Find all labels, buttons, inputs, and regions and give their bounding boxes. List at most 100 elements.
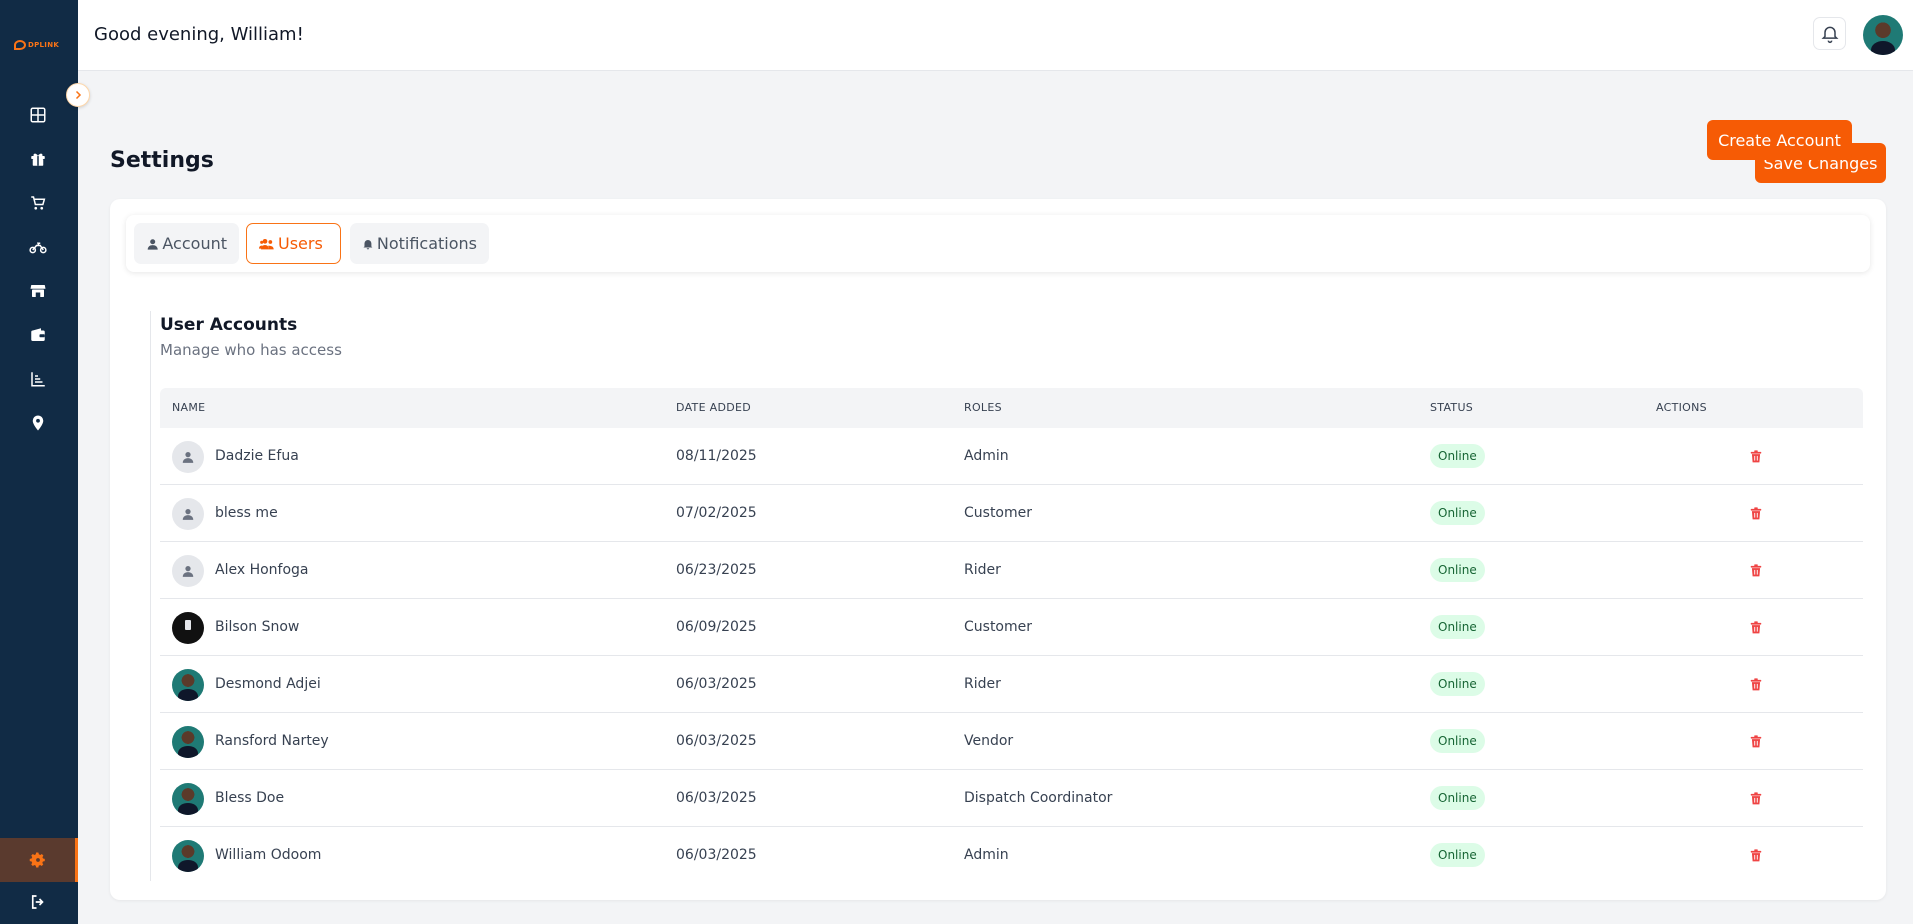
sidebar-toggle-button[interactable] [66, 83, 90, 107]
table-row[interactable]: Ransford Nartey 06/03/2025 Vendor Online [160, 713, 1863, 770]
trash-icon [1750, 677, 1762, 690]
user-icon [147, 238, 158, 250]
user-name: Dadzie Efua [215, 448, 299, 464]
bell-icon [1821, 26, 1838, 43]
user-name: bless me [215, 505, 278, 521]
user-placeholder-icon [182, 566, 194, 577]
column-header-actions: ACTIONS [1656, 401, 1707, 414]
trash-icon [1750, 563, 1762, 576]
date-added: 07/02/2025 [676, 505, 757, 521]
sidebar-item-cart[interactable] [27, 192, 49, 214]
trash-icon [1750, 734, 1762, 747]
table-row[interactable]: Bilson Snow 06/09/2025 Customer Online [160, 599, 1863, 656]
user-name: Desmond Adjei [215, 676, 321, 692]
sidebar-item-dashboard[interactable] [27, 104, 49, 126]
delete-user-button[interactable] [1747, 618, 1765, 636]
column-header-date[interactable]: DATE ADDED [676, 401, 751, 414]
users-icon [259, 238, 274, 249]
tab-notifications[interactable]: Notifications [350, 223, 489, 264]
user-placeholder-icon [182, 509, 194, 520]
status-badge: Online [1430, 501, 1485, 525]
delete-user-button[interactable] [1747, 846, 1765, 864]
column-header-status[interactable]: STATUS [1430, 401, 1473, 414]
user-avatar [172, 498, 204, 530]
status-badge: Online [1430, 672, 1485, 696]
column-header-roles[interactable]: ROLES [964, 401, 1002, 414]
date-added: 06/03/2025 [676, 676, 757, 692]
sidebar-item-wallet[interactable] [27, 324, 49, 346]
gift-icon [31, 153, 45, 166]
user-role: Dispatch Coordinator [964, 790, 1113, 806]
tab-users-label: Users [278, 234, 323, 253]
user-avatar[interactable] [1863, 15, 1903, 55]
gear-icon [29, 852, 45, 868]
tab-account[interactable]: Account [134, 223, 239, 264]
store-icon [30, 285, 46, 297]
delete-user-button[interactable] [1747, 732, 1765, 750]
date-added: 06/03/2025 [676, 733, 757, 749]
user-accounts-section: User Accounts Manage who has access NAME… [150, 311, 1870, 881]
wallet-icon [31, 328, 45, 341]
create-account-button[interactable]: Create Account [1707, 120, 1852, 160]
sidebar-item-logout[interactable] [27, 891, 49, 913]
status-badge: Online [1430, 444, 1485, 468]
table-row[interactable]: Desmond Adjei 06/03/2025 Rider Online [160, 656, 1863, 713]
users-table: NAME DATE ADDED ROLES STATUS ACTIONS Dad… [160, 388, 1863, 884]
user-role: Customer [964, 619, 1033, 635]
delete-user-button[interactable] [1747, 675, 1765, 693]
status-badge: Online [1430, 786, 1485, 810]
status-badge: Online [1430, 843, 1485, 867]
table-row[interactable]: Bless Doe 06/03/2025 Dispatch Coordinator O… [160, 770, 1863, 827]
user-role: Rider [964, 562, 1001, 578]
trash-icon [1750, 449, 1762, 462]
table-row[interactable]: bless me 07/02/2025 Customer Online [160, 485, 1863, 542]
app-logo[interactable]: DPLINK [14, 38, 64, 52]
column-header-name[interactable]: NAME [172, 401, 205, 414]
map-pin-icon [32, 415, 44, 431]
sidebar-item-stores[interactable] [27, 280, 49, 302]
user-avatar [172, 726, 204, 758]
user-name: Bilson Snow [215, 619, 300, 635]
table-header: NAME DATE ADDED ROLES STATUS ACTIONS [160, 388, 1863, 428]
user-placeholder-icon [182, 452, 194, 463]
table-row[interactable]: William Odoom 06/03/2025 Admin Online [160, 827, 1863, 884]
date-added: 06/03/2025 [676, 847, 757, 863]
settings-tabs: Account Users Notifications [126, 215, 1870, 272]
section-title: User Accounts [160, 315, 298, 335]
status-badge: Online [1430, 729, 1485, 753]
trash-icon [1750, 506, 1762, 519]
delete-user-button[interactable] [1747, 789, 1765, 807]
status-badge: Online [1430, 558, 1485, 582]
user-role: Admin [964, 448, 1009, 464]
user-role: Rider [964, 676, 1001, 692]
date-added: 06/03/2025 [676, 790, 757, 806]
grid-icon [30, 107, 46, 123]
table-row[interactable]: Alex Honfoga 06/23/2025 Rider Online [160, 542, 1863, 599]
user-avatar [172, 555, 204, 587]
sidebar-item-locations[interactable] [27, 412, 49, 434]
trash-icon [1750, 791, 1762, 804]
delete-user-button[interactable] [1747, 561, 1765, 579]
tab-notifications-label: Notifications [376, 234, 477, 253]
date-added: 06/23/2025 [676, 562, 757, 578]
chart-icon [31, 372, 45, 387]
sidebar-item-settings[interactable] [0, 838, 78, 882]
sidebar-item-riders[interactable] [27, 236, 49, 258]
cart-icon [31, 196, 46, 210]
sidebar: DPLINK [0, 0, 78, 924]
user-name: Bless Doe [215, 790, 285, 806]
sidebar-item-orders[interactable] [27, 148, 49, 170]
chevron-right-icon [75, 90, 82, 100]
logout-icon [31, 895, 44, 909]
table-row[interactable]: Dadzie Efua 08/11/2025 Admin Online [160, 428, 1863, 485]
notifications-button[interactable] [1813, 17, 1846, 50]
user-name: William Odoom [215, 847, 322, 863]
tab-users[interactable]: Users [246, 223, 341, 264]
tab-account-label: Account [162, 234, 227, 253]
user-role: Vendor [964, 733, 1014, 749]
sidebar-item-reports[interactable] [27, 368, 49, 390]
delete-user-button[interactable] [1747, 504, 1765, 522]
settings-nav-icon-wrap [27, 849, 49, 871]
user-role: Customer [964, 505, 1033, 521]
delete-user-button[interactable] [1747, 447, 1765, 465]
